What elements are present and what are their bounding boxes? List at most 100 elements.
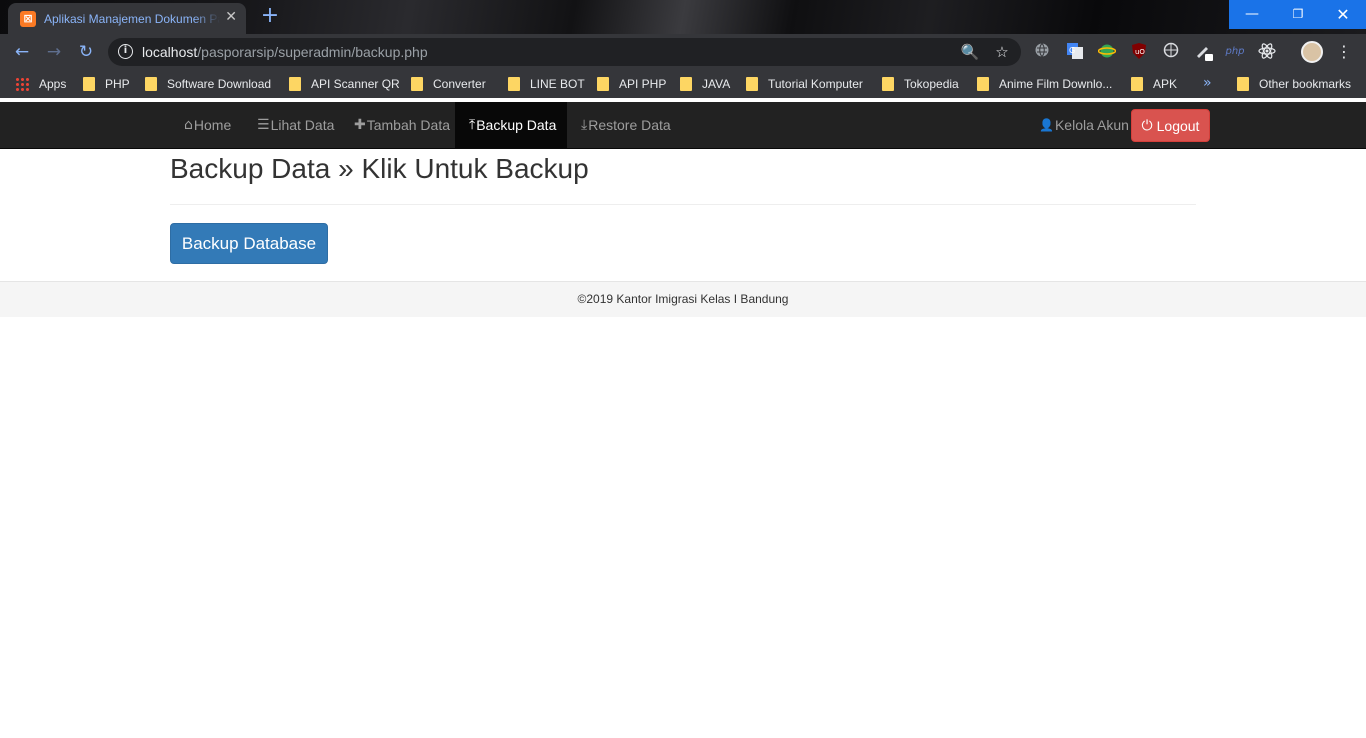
- bookmarks-overflow-icon[interactable]: »: [1203, 75, 1212, 91]
- folder-icon: [83, 77, 95, 91]
- bookmark-label: JAVA: [702, 77, 731, 91]
- bookmark-label: Apps: [39, 77, 67, 91]
- nav-backup-data[interactable]: ⤒ Backup Data: [455, 102, 567, 148]
- folder-icon: [882, 77, 894, 91]
- export-icon: ⤒: [469, 117, 476, 133]
- window-close-button[interactable]: ✕: [1320, 0, 1366, 29]
- window-minimize-button[interactable]: —: [1229, 0, 1275, 29]
- home-icon: ⌂: [184, 117, 193, 133]
- address-bar[interactable]: i localhost/pasporarsip/superadmin/backu…: [108, 38, 1021, 66]
- folder-icon: [145, 77, 157, 91]
- nav-restore-data[interactable]: ⤓ Restore Data: [567, 102, 685, 148]
- profile-avatar[interactable]: [1301, 41, 1323, 63]
- folder-icon: [508, 77, 520, 91]
- nav-restore-data-label: Restore Data: [588, 117, 671, 133]
- bookmark-folder-php[interactable]: PHP: [83, 75, 130, 93]
- svg-text:uO: uO: [1135, 48, 1145, 56]
- bookmark-folder-java[interactable]: JAVA: [680, 75, 730, 93]
- folder-icon: [746, 77, 758, 91]
- title-divider: [170, 204, 1196, 205]
- bookmark-label: Tutorial Komputer: [768, 77, 863, 91]
- nav-backup-data-label: Backup Data: [476, 117, 557, 133]
- nav-home-label: Home: [193, 117, 232, 133]
- react-icon[interactable]: [1257, 42, 1277, 62]
- nav-lihat-data[interactable]: ☰ Lihat Data: [243, 102, 348, 148]
- nav-home[interactable]: ⌂ Home: [170, 102, 245, 148]
- folder-icon: [289, 77, 301, 91]
- site-navbar: ⌂ Home ☰ Lihat Data ✚ Tambah Data ⤒ Back…: [0, 102, 1366, 149]
- nav-tambah-data-label: Tambah Data: [366, 117, 451, 133]
- window-restore-button[interactable]: ❐: [1275, 0, 1321, 29]
- backup-database-button[interactable]: Backup Database: [170, 223, 328, 264]
- world-icon[interactable]: [1161, 42, 1181, 62]
- svg-text:G: G: [1069, 46, 1075, 55]
- folder-icon: [680, 77, 692, 91]
- bookmark-folder-line-bot[interactable]: LINE BOT: [508, 75, 585, 93]
- bookmark-label: LINE BOT: [530, 77, 585, 91]
- globe-icon[interactable]: [1032, 42, 1052, 62]
- bookmark-other-bookmarks[interactable]: Other bookmarks: [1237, 75, 1351, 93]
- url-host: localhost: [142, 44, 198, 60]
- new-tab-button[interactable]: +: [259, 5, 281, 27]
- page-title: Backup Data » Klik Untuk Backup: [170, 153, 589, 184]
- browser-titlebar: ⊠ Aplikasi Manajemen Dokumen Paspor ✕ + …: [0, 0, 1366, 34]
- php-icon[interactable]: php: [1225, 42, 1245, 62]
- logout-label: Logout: [1156, 117, 1200, 134]
- browser-tab[interactable]: ⊠ Aplikasi Manajemen Dokumen Paspor ✕: [8, 3, 246, 34]
- bookmark-folder-api-php[interactable]: API PHP: [597, 75, 666, 93]
- bookmark-folder-anime-film[interactable]: Anime Film Downlo...: [977, 75, 1112, 93]
- bookmark-label: APK: [1153, 77, 1178, 91]
- site-info-icon[interactable]: i: [118, 44, 133, 59]
- bookmark-star-icon[interactable]: ☆: [992, 42, 1012, 62]
- nav-kelola-akun[interactable]: 👤 Kelola Akun: [1025, 102, 1143, 148]
- bookmarks-bar: Apps PHP Software Download API Scanner Q…: [0, 70, 1366, 98]
- zoom-icon[interactable]: 🔍: [960, 42, 980, 62]
- bookmark-folder-tutorial-komputer[interactable]: Tutorial Komputer: [746, 75, 863, 93]
- bookmark-label: Software Download: [167, 77, 272, 91]
- logout-button[interactable]: ⏻ Logout: [1131, 109, 1210, 142]
- bookmark-apps[interactable]: Apps: [15, 75, 66, 93]
- nav-tambah-data[interactable]: ✚ Tambah Data: [340, 102, 464, 148]
- list-icon: ☰: [257, 117, 270, 133]
- bookmark-label: Converter: [433, 77, 486, 91]
- bookmark-label: API PHP: [619, 77, 667, 91]
- url-text[interactable]: localhost/pasporarsip/superadmin/backup.…: [142, 44, 428, 60]
- browser-toolbar: ← → ↻ i localhost/pasporarsip/superadmin…: [0, 34, 1366, 70]
- power-icon: ⏻: [1141, 117, 1153, 134]
- site-footer: ©2019 Kantor Imigrasi Kelas I Bandung: [0, 281, 1366, 317]
- url-path: /pasporarsip/superadmin/backup.php: [197, 44, 428, 60]
- ublock-icon[interactable]: uO: [1129, 42, 1149, 62]
- browser-menu-icon[interactable]: ⋮: [1336, 40, 1352, 64]
- bookmark-folder-software-download[interactable]: Software Download: [145, 75, 271, 93]
- apps-grid-icon: [15, 77, 29, 91]
- folder-icon: [597, 77, 609, 91]
- xampp-favicon-icon: ⊠: [20, 10, 36, 27]
- bookmark-folder-converter[interactable]: Converter: [411, 75, 486, 93]
- bookmark-label: Anime Film Downlo...: [999, 77, 1113, 91]
- bookmark-folder-tokopedia[interactable]: Tokopedia: [882, 75, 959, 93]
- nav-lihat-data-label: Lihat Data: [270, 117, 335, 133]
- pen-icon[interactable]: [1194, 42, 1214, 62]
- plus-icon: ✚: [354, 117, 366, 133]
- user-icon: 👤: [1039, 118, 1054, 132]
- bookmark-label: Tokopedia: [904, 77, 959, 91]
- folder-icon: [977, 77, 989, 91]
- translate-icon[interactable]: G: [1065, 42, 1085, 62]
- bookmark-folder-api-scanner-qr[interactable]: API Scanner QR: [289, 75, 400, 93]
- import-icon: ⤓: [581, 117, 588, 133]
- folder-icon: [411, 77, 423, 91]
- bookmark-label: Other bookmarks: [1259, 77, 1352, 91]
- reload-button[interactable]: ↻: [74, 40, 98, 64]
- green-globe-icon[interactable]: [1097, 42, 1117, 62]
- bookmark-label: PHP: [105, 77, 130, 91]
- forward-button[interactable]: →: [42, 40, 66, 64]
- folder-icon: [1131, 77, 1143, 91]
- back-button[interactable]: ←: [10, 40, 34, 64]
- footer-copyright: ©2019 Kantor Imigrasi Kelas I Bandung: [577, 292, 789, 306]
- folder-icon: [1237, 77, 1249, 91]
- tab-close-icon[interactable]: ✕: [225, 9, 237, 25]
- bookmark-folder-apk[interactable]: APK: [1131, 75, 1177, 93]
- tab-title: Aplikasi Manajemen Dokumen Paspor: [44, 11, 220, 26]
- nav-kelola-akun-label: Kelola Akun: [1054, 117, 1129, 133]
- bookmark-label: API Scanner QR: [311, 77, 400, 91]
